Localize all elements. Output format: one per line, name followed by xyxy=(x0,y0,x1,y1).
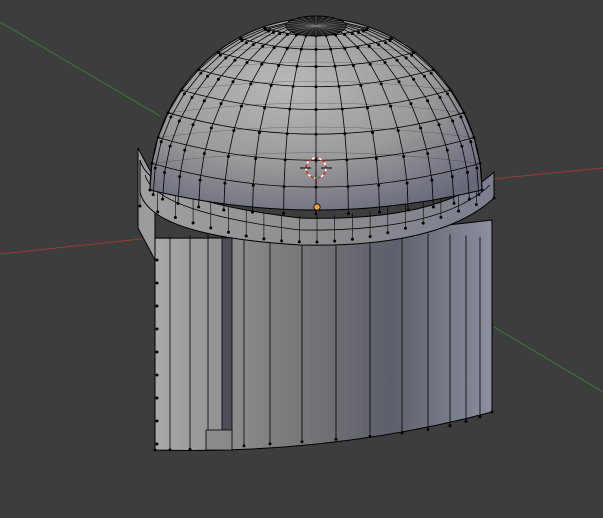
vertex xyxy=(155,350,159,354)
vertex xyxy=(227,230,230,234)
vertex xyxy=(138,204,142,208)
vertex xyxy=(404,226,407,230)
vertex xyxy=(421,221,425,225)
scene-canvas[interactable] xyxy=(0,0,603,518)
vertex xyxy=(334,437,338,441)
vertex xyxy=(155,327,159,331)
vertex xyxy=(153,448,157,452)
vertex xyxy=(315,240,319,244)
vertex xyxy=(492,196,496,200)
vertex xyxy=(155,304,159,308)
vertex xyxy=(426,428,430,432)
vertex xyxy=(368,234,372,238)
cylinder-body xyxy=(154,219,493,452)
axis-x-line xyxy=(0,237,151,255)
vertex xyxy=(155,419,159,423)
slot-foot xyxy=(205,429,233,451)
vertex xyxy=(156,210,160,214)
vertex xyxy=(155,258,159,262)
3d-viewport[interactable] xyxy=(0,0,603,518)
vertex xyxy=(173,216,177,220)
vertex xyxy=(333,239,337,243)
vertex xyxy=(400,431,404,435)
object-origin-icon[interactable] xyxy=(313,203,321,211)
vertex xyxy=(209,226,213,230)
vertex xyxy=(439,215,443,219)
vertex xyxy=(478,415,482,419)
vertex xyxy=(386,231,390,235)
axis-y-line xyxy=(0,21,161,117)
vertex xyxy=(155,396,159,400)
vertex xyxy=(300,440,304,444)
vertex xyxy=(280,239,284,243)
vertex xyxy=(297,240,301,244)
vertex xyxy=(474,203,478,207)
vertex xyxy=(188,447,192,451)
vertex xyxy=(268,442,272,446)
dome-cylinder-mesh-icon[interactable] xyxy=(137,15,496,452)
slot-panel xyxy=(221,237,233,434)
vertex xyxy=(242,444,246,448)
vertex xyxy=(155,442,159,446)
vertex xyxy=(155,373,159,377)
vertex xyxy=(168,448,172,452)
vertex xyxy=(262,237,266,241)
vertex xyxy=(191,221,195,225)
vertex xyxy=(350,237,354,241)
axis-x-line-right xyxy=(491,167,603,180)
vertex xyxy=(457,209,461,213)
vertex xyxy=(464,419,468,423)
vertex xyxy=(368,434,372,438)
vertex xyxy=(490,410,494,414)
axis-y-line-lower xyxy=(493,326,603,393)
vertex xyxy=(155,281,159,285)
vertex xyxy=(448,424,452,428)
vertex xyxy=(244,234,248,238)
